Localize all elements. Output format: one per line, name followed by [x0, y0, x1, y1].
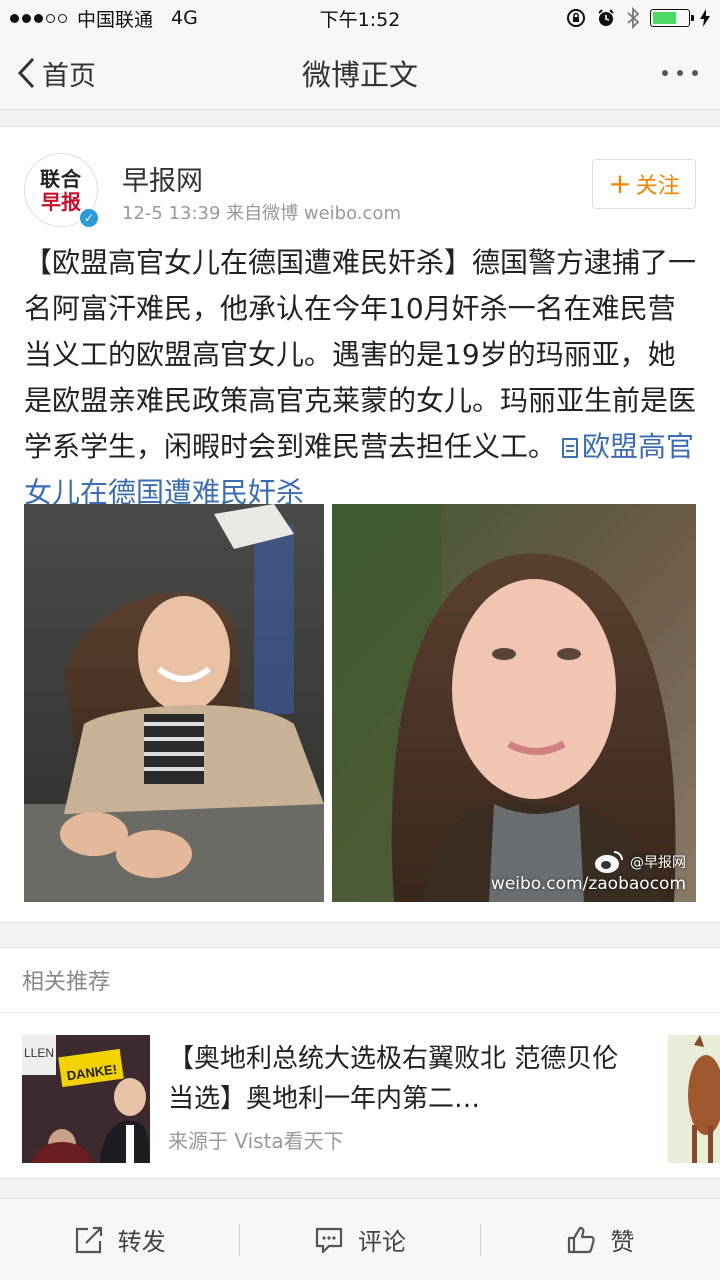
weibo-logo-icon [595, 851, 623, 873]
avatar-text-top: 联合 [40, 166, 82, 191]
status-right [566, 7, 710, 29]
post-text: 【欧盟高官女儿在德国遭难民奸杀】德国警方逮捕了一名阿富汗难民，他承认在今年10月… [24, 240, 696, 516]
repost-icon [75, 1226, 102, 1253]
status-left: 中国联通 4G [10, 5, 198, 32]
more-dots-icon [662, 70, 668, 76]
watermark-url: weibo.com/zaobaocom [490, 874, 686, 894]
repost-label: 转发 [117, 1228, 166, 1256]
related-thumbnail-next-image [668, 1035, 720, 1163]
weibo-post: 联合 早报 ✓ 早报网 12-5 13:39 来自微博 weibo.com + … [0, 126, 720, 923]
follow-label: 关注 [635, 174, 680, 199]
watermark-brand: @早报网 [630, 855, 686, 871]
related-header: 相关推荐 [0, 947, 720, 1013]
repost-button[interactable]: 转发 [0, 1199, 239, 1280]
post-image[interactable]: @早报网 weibo.com/zaobaocom [24, 504, 696, 902]
like-button[interactable]: 赞 [481, 1199, 720, 1280]
rotation-lock-icon [567, 9, 585, 27]
author-name[interactable]: 早报网 [122, 159, 203, 198]
nav-bar: 首页 微博正文 [0, 36, 720, 110]
charging-icon [700, 9, 710, 27]
avatar-text-bottom: 早报 [41, 189, 81, 214]
chevron-left-icon [17, 57, 35, 89]
bottom-toolbar: 转发 评论 赞 [0, 1198, 720, 1280]
related-title[interactable]: 【奥地利总统大选极右翼败北 范德贝伦当选】奥地利一年内第二… [168, 1039, 628, 1119]
post-meta: 12-5 13:39 来自微博 weibo.com [122, 203, 401, 224]
post-photo [24, 504, 696, 902]
more-menu-button[interactable] [662, 36, 698, 110]
related-item[interactable]: LLEN 16 DANKE! 【奥地利总统大选极右翼败北 范德贝伦当选】奥地利一… [0, 1013, 720, 1179]
battery-icon [650, 9, 694, 27]
bluetooth-icon [627, 7, 640, 29]
link-document-icon [562, 438, 579, 458]
comment-icon [315, 1227, 343, 1253]
related-source: 来源于 Vista看天下 [168, 1129, 344, 1153]
signal-strength-icon [10, 13, 67, 23]
network-type: 4G [171, 7, 198, 29]
related-thumbnail: LLEN 16 DANKE! [22, 1035, 150, 1163]
page-title: 微博正文 [301, 57, 418, 92]
plus-icon: + [608, 167, 632, 200]
related-thumbnail-image: LLEN 16 DANKE! [22, 1035, 150, 1163]
follow-button[interactable]: + 关注 [592, 159, 696, 209]
like-label: 赞 [610, 1228, 635, 1256]
alarm-icon [598, 9, 614, 26]
comment-label: 评论 [357, 1228, 406, 1256]
related-thumbnail-next[interactable] [668, 1035, 720, 1163]
status-bar: 中国联通 4G 下午1:52 [0, 0, 720, 36]
comment-button[interactable]: 评论 [240, 1199, 479, 1280]
thumbs-up-icon [568, 1226, 596, 1253]
back-button[interactable]: 首页 [16, 36, 96, 110]
image-watermark: @早报网 weibo.com/zaobaocom [491, 850, 686, 894]
verified-badge-icon: ✓ [78, 207, 100, 229]
back-label: 首页 [42, 60, 96, 92]
carrier-name: 中国联通 [77, 8, 154, 31]
